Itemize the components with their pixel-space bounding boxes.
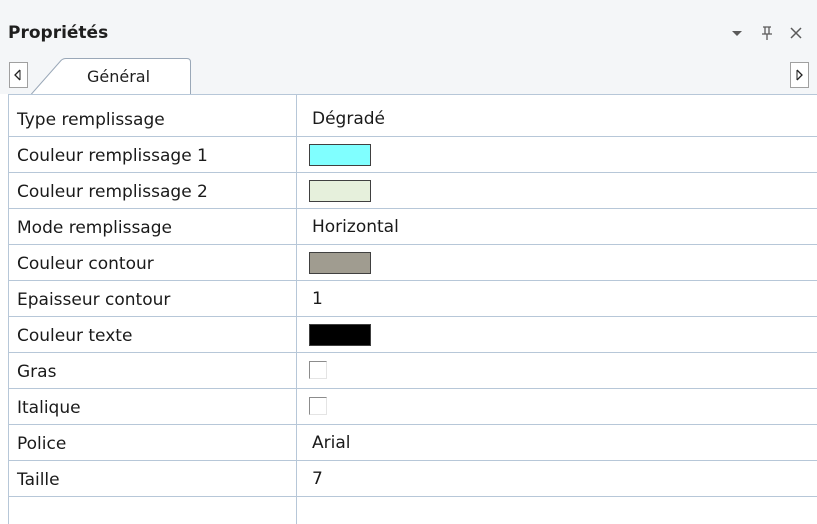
property-row-gras[interactable]: Gras (9, 353, 817, 389)
property-name: Police (17, 434, 67, 454)
property-name: Mode remplissage (17, 218, 172, 238)
property-row-mode-remplissage[interactable]: Mode remplissage Horizontal (9, 209, 817, 245)
color-swatch[interactable] (309, 144, 371, 166)
property-row-type-remplissage[interactable]: Type remplissage Dégradé (9, 101, 817, 137)
tab-general-label: Général (87, 67, 151, 86)
property-row-epaisseur-contour[interactable]: Epaisseur contour 1 (9, 281, 817, 317)
color-swatch[interactable] (309, 180, 371, 202)
property-row-couleur-remplissage-2[interactable]: Couleur remplissage 2 (9, 173, 817, 209)
property-name: Taille (17, 470, 60, 490)
property-row-taille[interactable]: Taille 7 (9, 461, 817, 497)
property-value[interactable]: Horizontal (312, 216, 399, 238)
property-row-couleur-texte[interactable]: Couleur texte (9, 317, 817, 353)
properties-panel: Propriétés Général Type remplissage Dégr… (0, 0, 817, 524)
panel-titlebar: Propriétés (0, 0, 817, 54)
property-row-couleur-remplissage-1[interactable]: Couleur remplissage 1 (9, 137, 817, 173)
scroll-left-icon[interactable] (9, 62, 28, 88)
property-name: Couleur texte (17, 326, 133, 346)
property-name: Couleur contour (17, 254, 154, 274)
color-swatch[interactable] (309, 252, 371, 274)
property-name: Epaisseur contour (17, 290, 171, 310)
property-name: Couleur remplissage 2 (17, 182, 208, 202)
property-name: Couleur remplissage 1 (17, 146, 208, 166)
tab-general[interactable]: Général (31, 58, 191, 95)
property-name: Type remplissage (17, 110, 165, 130)
property-row-italique[interactable]: Italique (9, 389, 817, 425)
dropdown-icon[interactable] (727, 22, 747, 44)
scroll-right-icon[interactable] (790, 62, 809, 88)
color-swatch[interactable] (309, 324, 371, 346)
property-value[interactable]: 7 (312, 468, 323, 490)
property-value[interactable]: Arial (312, 432, 350, 454)
panel-title: Propriétés (8, 23, 109, 43)
property-row-police[interactable]: Police Arial (9, 425, 817, 461)
close-icon[interactable] (786, 22, 806, 44)
property-value[interactable]: Dégradé (312, 108, 385, 130)
property-row-couleur-contour[interactable]: Couleur contour (9, 245, 817, 281)
property-name: Italique (17, 398, 81, 418)
property-name: Gras (17, 362, 57, 382)
property-value[interactable]: 1 (312, 288, 323, 310)
checkbox-gras[interactable] (309, 361, 327, 379)
checkbox-italique[interactable] (309, 397, 327, 415)
pin-icon[interactable] (757, 22, 777, 44)
